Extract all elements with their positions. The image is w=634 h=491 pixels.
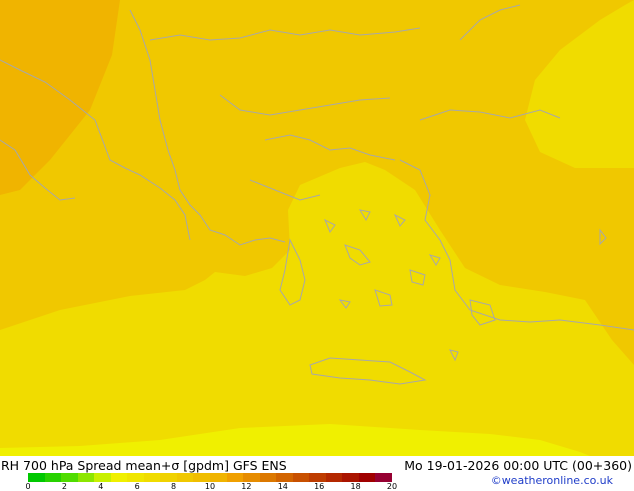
legend-swatch (127, 473, 144, 482)
credit-link[interactable]: ©weatheronline.co.uk (491, 474, 613, 487)
map-footer: RH 700 hPa Spread mean+σ [gpdm] GFS ENS … (0, 456, 634, 491)
legend-swatch (358, 473, 376, 482)
legend-swatch (143, 473, 161, 482)
legend-swatch (193, 473, 211, 482)
legend-swatch (375, 473, 393, 482)
legend-swatch (94, 473, 111, 482)
legend-swatch (325, 473, 343, 482)
spread-map (0, 0, 634, 456)
legend-swatch (210, 473, 227, 482)
legend-swatch (342, 473, 359, 482)
color-legend (28, 473, 393, 482)
legend-swatch (292, 473, 310, 482)
legend-swatch (309, 473, 326, 482)
legend-swatch (44, 473, 62, 482)
legend-swatch (61, 473, 78, 482)
legend-swatch (226, 473, 244, 482)
legend-swatch (28, 473, 45, 482)
map-valid-time: Mo 19-01-2026 00:00 UTC (00+360) (404, 458, 632, 473)
legend-swatch (77, 473, 95, 482)
legend-swatch (243, 473, 260, 482)
map-title: RH 700 hPa Spread mean+σ [gpdm] GFS ENS (1, 458, 287, 473)
legend-swatch (110, 473, 128, 482)
legend-swatch (276, 473, 293, 482)
legend-swatch (259, 473, 277, 482)
legend-swatch (160, 473, 177, 482)
legend-swatch (176, 473, 194, 482)
